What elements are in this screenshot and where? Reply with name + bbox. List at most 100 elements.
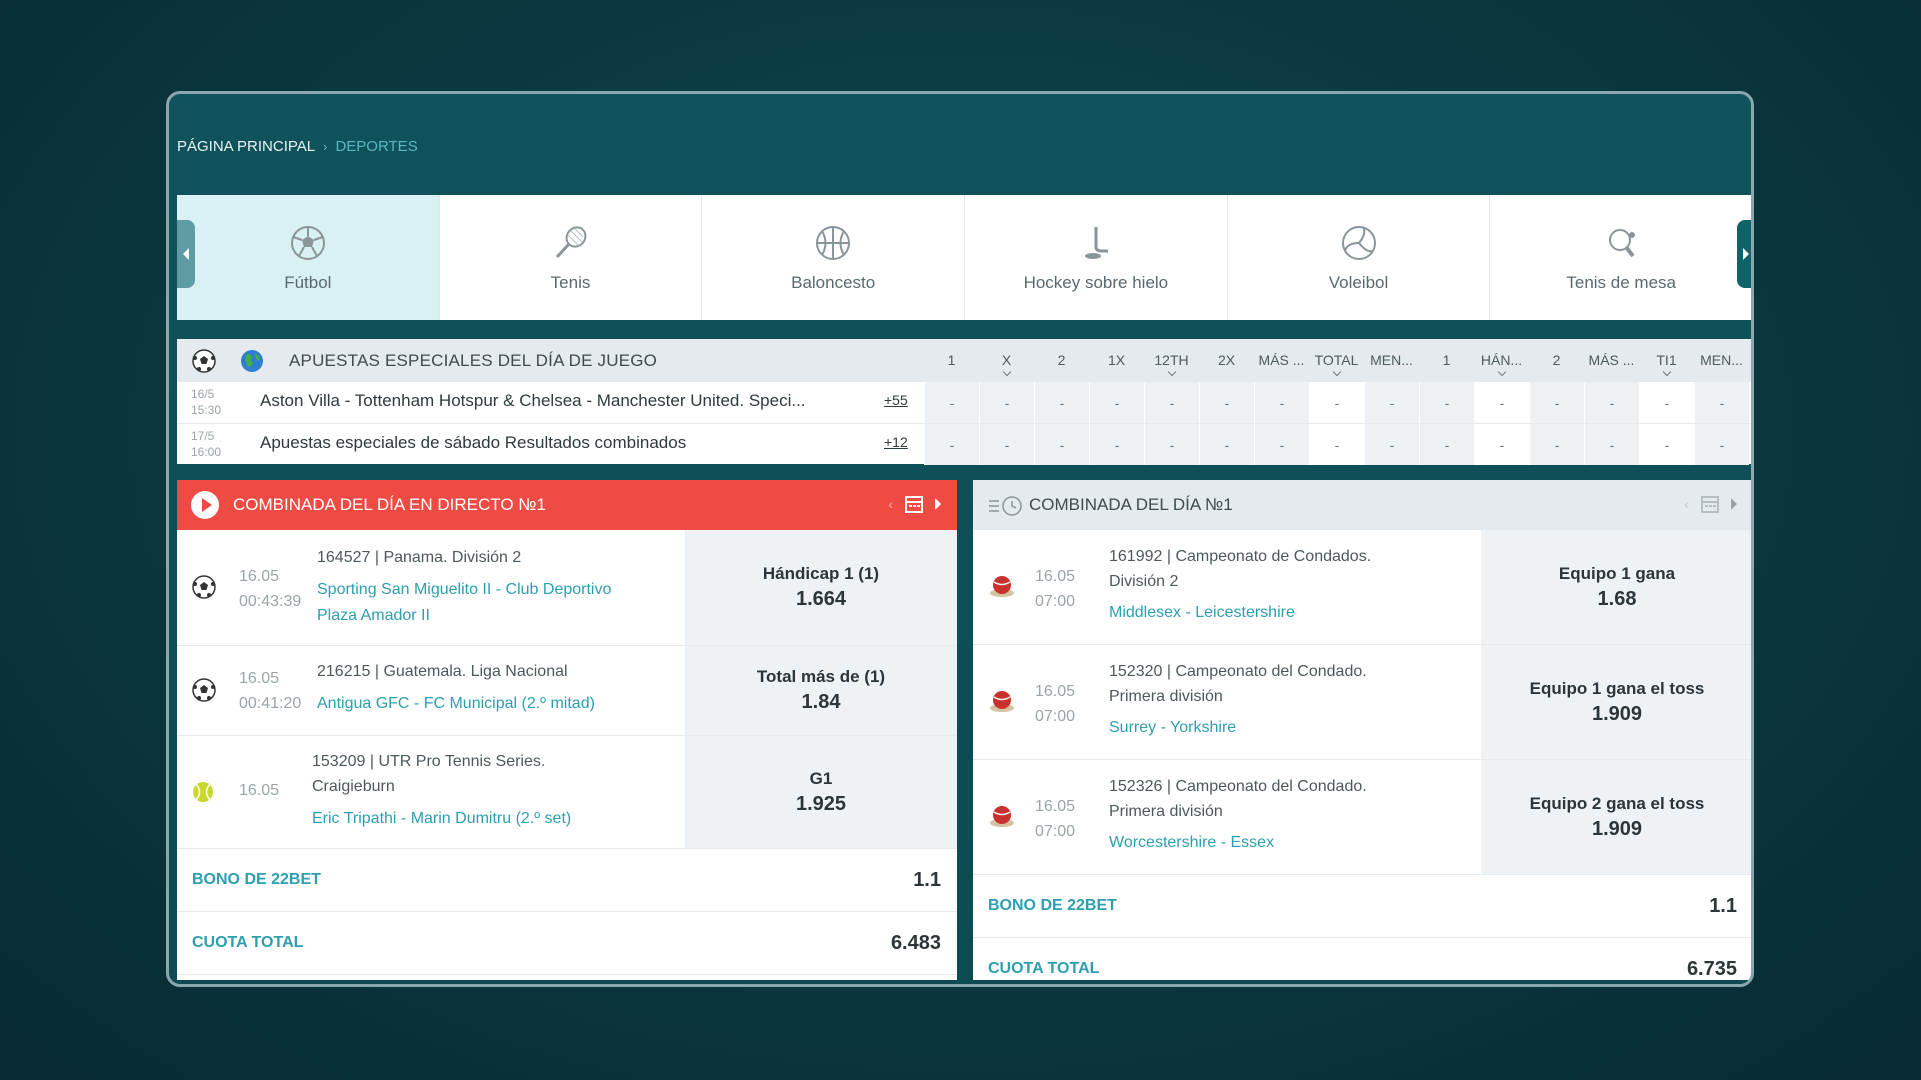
odd-cell[interactable]: - bbox=[1639, 382, 1694, 423]
market-column-header[interactable]: X bbox=[979, 339, 1034, 381]
odd-cell[interactable]: - bbox=[1254, 382, 1309, 423]
odd-button[interactable]: Equipo 2 gana el toss 1.909 bbox=[1481, 760, 1751, 874]
event-datetime: 16.05 00:41:20 bbox=[239, 670, 302, 712]
event-teams[interactable]: Antigua GFC - FC Municipal (2.º mitad) bbox=[317, 691, 595, 717]
odd-cell[interactable]: - bbox=[1419, 424, 1474, 465]
event-datetime: 16.05 07:00 bbox=[1035, 683, 1076, 725]
market-column-header[interactable]: 1X bbox=[1089, 339, 1144, 381]
event-row[interactable]: 16.05 07:00 152326 | Campeonato del Conda… bbox=[973, 760, 1751, 875]
odd-cell[interactable]: - bbox=[1144, 424, 1199, 465]
odd-cell[interactable]: - bbox=[1144, 382, 1199, 423]
sports-prev-button[interactable] bbox=[177, 220, 195, 288]
tab-hockey[interactable]: Hockey sobre hielo bbox=[965, 195, 1228, 320]
event-teams[interactable]: Eric Tripathi - Marin Dumitru (2.º set) bbox=[312, 806, 571, 832]
table-row[interactable]: 16/5 15:30 Aston Villa - Tottenham Hotspu… bbox=[177, 381, 1751, 423]
market-column-header[interactable]: 2 bbox=[1034, 339, 1089, 381]
market-column-header[interactable]: TOTAL bbox=[1309, 339, 1364, 381]
odd-button[interactable]: Hándicap 1 (1) 1.664 bbox=[685, 530, 957, 645]
live-combo-panel: COMBINADA DEL DÍA EN DIRECTO №1 ‹ 16.05 0… bbox=[177, 480, 957, 980]
calendar-icon[interactable] bbox=[1701, 495, 1719, 513]
odd-cell[interactable]: - bbox=[1364, 424, 1419, 465]
event-row[interactable]: 16.05 07:00 152320 | Campeonato del Conda… bbox=[973, 645, 1751, 760]
odd-button[interactable]: G1 1.925 bbox=[685, 736, 957, 848]
event-row[interactable]: 16.05 00:41:20 216215 | Guatemala. Liga N… bbox=[177, 646, 957, 736]
tab-baloncesto[interactable]: Baloncesto bbox=[702, 195, 966, 320]
odd-cell[interactable]: - bbox=[924, 424, 979, 465]
tab-voleibol[interactable]: Voleibol bbox=[1228, 195, 1491, 320]
day-combo-title: COMBINADA DEL DÍA №1 bbox=[1029, 495, 1233, 514]
specials-columns: 1 X 2 1X 12TH 2X MÁS ... TOTAL MEN... 1 HÁN... 2 MÁS… bbox=[924, 339, 1749, 381]
market-column-header[interactable]: MÁS ... bbox=[1584, 339, 1639, 381]
odd-cell[interactable]: - bbox=[1199, 382, 1254, 423]
market-column-header[interactable]: HÁN... bbox=[1474, 339, 1529, 381]
market-column-header[interactable]: MEN... bbox=[1694, 339, 1749, 381]
odd-cell[interactable]: - bbox=[1584, 424, 1639, 465]
odd-button[interactable]: Equipo 1 gana 1.68 bbox=[1481, 530, 1751, 644]
market-column-header[interactable]: MEN... bbox=[1364, 339, 1419, 381]
live-combo-title: COMBINADA DEL DÍA EN DIRECTO №1 bbox=[233, 495, 546, 514]
cricket-ball-icon bbox=[990, 691, 1014, 712]
odd-cell[interactable]: - bbox=[1639, 424, 1694, 465]
more-bets-link[interactable]: +12 bbox=[884, 434, 908, 450]
breadcrumb-home[interactable]: PÁGINA PRINCIPAL bbox=[177, 138, 315, 155]
chevron-right-icon[interactable] bbox=[1731, 498, 1737, 510]
odd-cell[interactable]: - bbox=[1474, 382, 1529, 423]
event-row[interactable]: 16.05 07:00 161992 | Campeonato de Condad… bbox=[973, 530, 1751, 645]
odd-cell[interactable]: - bbox=[1089, 382, 1144, 423]
event-league: 164527 | Panama. División 2 bbox=[317, 549, 522, 566]
odd-cell[interactable]: - bbox=[979, 382, 1034, 423]
bonus-value: 1.1 bbox=[913, 869, 941, 891]
event-teams[interactable]: Surrey - Yorkshire bbox=[1109, 715, 1236, 741]
event-teams[interactable]: Worcestershire - Essex bbox=[1109, 830, 1274, 856]
event-teams[interactable]: Sporting San Miguelito II - Club Deporti… bbox=[317, 577, 611, 629]
odd-cell[interactable]: - bbox=[1034, 382, 1089, 423]
odd-button[interactable]: Equipo 1 gana el toss 1.909 bbox=[1481, 645, 1751, 759]
market-column-header[interactable]: 2X bbox=[1199, 339, 1254, 381]
odd-cell[interactable]: - bbox=[1694, 382, 1749, 423]
odd-cell[interactable]: - bbox=[1254, 424, 1309, 465]
market-column-header[interactable]: 1 bbox=[924, 339, 979, 381]
event-name[interactable]: Aston Villa - Tottenham Hotspur & Chelse… bbox=[260, 391, 806, 411]
odd-cell[interactable]: - bbox=[1529, 382, 1584, 423]
odd-cell[interactable]: - bbox=[1309, 424, 1364, 465]
event-teams[interactable]: Middlesex - Leicestershire bbox=[1109, 600, 1295, 626]
odd-cell[interactable]: - bbox=[924, 382, 979, 423]
odd-cell[interactable]: - bbox=[1419, 382, 1474, 423]
odd-cell[interactable]: - bbox=[1584, 382, 1639, 423]
chevron-right-icon[interactable] bbox=[935, 498, 941, 510]
market-column-header[interactable]: TI1 bbox=[1639, 339, 1694, 381]
odd-cell[interactable]: - bbox=[1694, 424, 1749, 465]
market-column-header[interactable]: 1 bbox=[1419, 339, 1474, 381]
odd-cell[interactable]: - bbox=[1474, 424, 1529, 465]
sports-next-button[interactable] bbox=[1737, 220, 1751, 288]
market-column-header[interactable]: 2 bbox=[1529, 339, 1584, 381]
more-bets-link[interactable]: +55 bbox=[884, 392, 908, 408]
soccer-ball-icon bbox=[290, 225, 325, 260]
table-row[interactable]: 17/5 16:00 Apuestas especiales de sábado … bbox=[177, 423, 1751, 465]
sport-label: Baloncesto bbox=[791, 272, 876, 292]
odd-cell[interactable]: - bbox=[1034, 424, 1089, 465]
odd-cell[interactable]: - bbox=[979, 424, 1034, 465]
calendar-icon[interactable] bbox=[905, 495, 923, 513]
day-combo-header: COMBINADA DEL DÍA №1 ‹ bbox=[973, 480, 1751, 530]
event-name[interactable]: Apuestas especiales de sábado Resultados… bbox=[260, 433, 686, 453]
event-row[interactable]: 16.05 153209 | UTR Pro Tennis Series. Cra… bbox=[177, 736, 957, 849]
event-league: 152326 | Campeonato del Condado. Primera … bbox=[1109, 778, 1367, 820]
tab-tenis-de-mesa[interactable]: Tenis de mesa bbox=[1490, 195, 1751, 320]
market-column-header[interactable]: 12TH bbox=[1144, 339, 1199, 381]
tab-tenis[interactable]: Tenis bbox=[440, 195, 703, 320]
market-column-header[interactable]: MÁS ... bbox=[1254, 339, 1309, 381]
soccer-ball-icon bbox=[192, 575, 216, 599]
odd-cell[interactable]: - bbox=[1364, 382, 1419, 423]
chevron-left-icon[interactable]: ‹ bbox=[888, 496, 893, 512]
odd-cell[interactable]: - bbox=[1529, 424, 1584, 465]
sport-label: Tenis bbox=[550, 272, 591, 292]
odd-cell[interactable]: - bbox=[1309, 382, 1364, 423]
tab-futbol[interactable]: Fútbol bbox=[177, 195, 440, 320]
event-row[interactable]: 16.05 00:43:39 164527 | Panama. División … bbox=[177, 530, 957, 646]
combo-nav: ‹ bbox=[888, 495, 941, 513]
chevron-left-icon[interactable]: ‹ bbox=[1684, 496, 1689, 512]
odd-cell[interactable]: - bbox=[1199, 424, 1254, 465]
odd-cell[interactable]: - bbox=[1089, 424, 1144, 465]
odd-button[interactable]: Total más de (1) 1.84 bbox=[685, 646, 957, 735]
